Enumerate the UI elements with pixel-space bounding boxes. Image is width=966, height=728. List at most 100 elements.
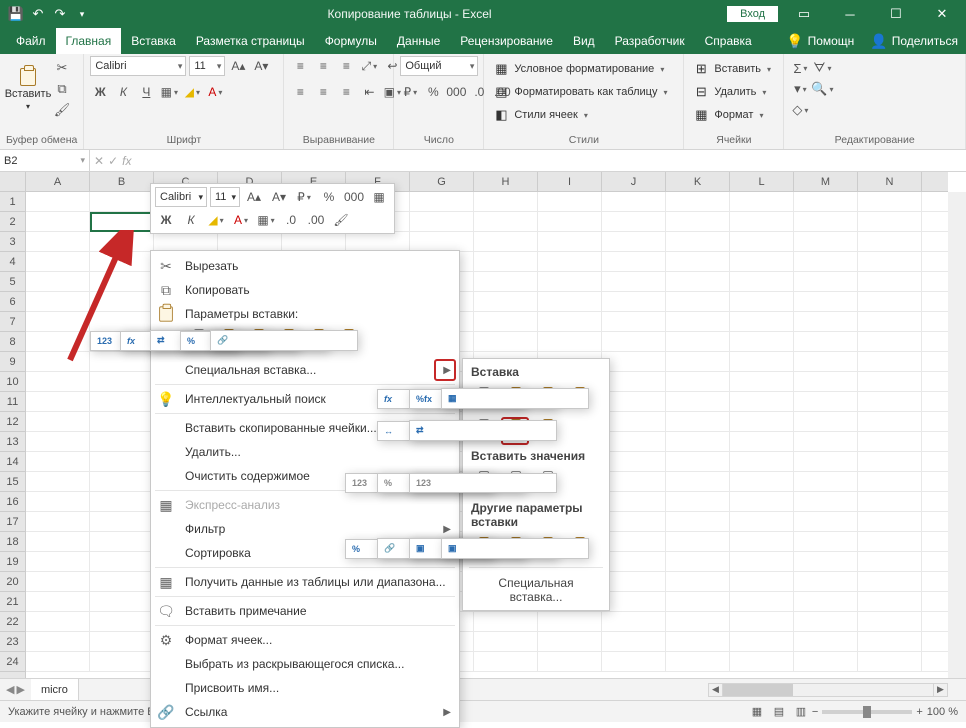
comma-icon[interactable]: 000 bbox=[446, 82, 466, 102]
tab-help[interactable]: Справка bbox=[695, 28, 762, 54]
tab-data[interactable]: Данные bbox=[387, 28, 450, 54]
col-header-M[interactable]: M bbox=[794, 172, 858, 191]
row-header-3[interactable]: 3 bbox=[0, 232, 25, 252]
indent-dec-icon[interactable]: ⇤ bbox=[359, 82, 379, 102]
row-header-5[interactable]: 5 bbox=[0, 272, 25, 292]
number-format-combo[interactable]: Общий bbox=[400, 56, 478, 76]
ribbon-display-icon[interactable]: ▭ bbox=[784, 0, 824, 28]
row-header-12[interactable]: 12 bbox=[0, 412, 25, 432]
ctx-paste-special[interactable]: Специальная вставка...▶ bbox=[151, 358, 459, 382]
mini-font-combo[interactable]: Calibri bbox=[155, 187, 207, 207]
row-header-19[interactable]: 19 bbox=[0, 552, 25, 572]
vertical-scrollbar[interactable] bbox=[948, 192, 966, 700]
sub-other-piclink-icon[interactable]: ▣ bbox=[565, 535, 593, 563]
sub-paste-transpose-icon[interactable]: ⇄ bbox=[533, 417, 561, 445]
maximize-icon[interactable]: ☐ bbox=[876, 0, 916, 28]
minimize-icon[interactable]: ─ bbox=[830, 0, 870, 28]
sub-paste-srcfmt-icon[interactable]: ▦ bbox=[565, 385, 593, 413]
fx-cancel-icon[interactable]: ✕ bbox=[94, 154, 104, 168]
row-header-22[interactable]: 22 bbox=[0, 612, 25, 632]
row-header-21[interactable]: 21 bbox=[0, 592, 25, 612]
ctx-cut[interactable]: ✂Вырезать bbox=[151, 254, 459, 278]
ctx-link[interactable]: 🔗Ссылка▶ bbox=[151, 700, 459, 724]
zoom-control[interactable]: − + 100 % bbox=[812, 706, 958, 718]
row-header-16[interactable]: 16 bbox=[0, 492, 25, 512]
cell-styles-button[interactable]: ◧Стили ячеек bbox=[490, 105, 677, 125]
tab-view[interactable]: Вид bbox=[563, 28, 605, 54]
mini-border-icon[interactable]: ▦ bbox=[368, 187, 390, 207]
zoom-out-icon[interactable]: − bbox=[812, 706, 818, 718]
row-header-15[interactable]: 15 bbox=[0, 472, 25, 492]
mini-painter-icon[interactable]: 🖌 bbox=[330, 210, 352, 230]
col-header-L[interactable]: L bbox=[730, 172, 794, 191]
sort-filter-icon[interactable]: ᗊ bbox=[812, 59, 832, 77]
mini-comma-icon[interactable]: 000 bbox=[343, 187, 365, 207]
col-header-G[interactable]: G bbox=[410, 172, 474, 191]
cond-format-button[interactable]: ▦Условное форматирование bbox=[490, 59, 677, 79]
col-header-B[interactable]: B bbox=[90, 172, 154, 191]
format-table-button[interactable]: ▤Форматировать как таблицу bbox=[490, 82, 677, 102]
bold-button[interactable]: Ж bbox=[90, 82, 110, 102]
fill-icon[interactable]: ▾ bbox=[790, 80, 810, 98]
ctx-copy[interactable]: ⧉Копировать bbox=[151, 278, 459, 302]
shrink-font-icon[interactable]: A▾ bbox=[251, 56, 271, 76]
tab-file[interactable]: Файл bbox=[6, 28, 56, 54]
paste-link-icon[interactable]: 🔗 bbox=[335, 328, 361, 354]
orientation-icon[interactable]: ⤢ bbox=[359, 56, 379, 76]
tell-me[interactable]: 💡Помощн bbox=[778, 28, 862, 54]
row-header-7[interactable]: 7 bbox=[0, 312, 25, 332]
row-header-11[interactable]: 11 bbox=[0, 392, 25, 412]
mini-percent-icon[interactable]: % bbox=[318, 187, 340, 207]
row-header-20[interactable]: 20 bbox=[0, 572, 25, 592]
undo-icon[interactable]: ↶ bbox=[28, 4, 48, 24]
row-header-8[interactable]: 8 bbox=[0, 332, 25, 352]
mini-grow-icon[interactable]: A▴ bbox=[243, 187, 265, 207]
redo-icon[interactable]: ↷ bbox=[50, 4, 70, 24]
find-icon[interactable]: 🔍 bbox=[812, 80, 832, 98]
underline-button[interactable]: Ч bbox=[136, 82, 156, 102]
row-headers[interactable]: 123456789101112131415161718192021222324 bbox=[0, 192, 26, 700]
currency-icon[interactable]: ₽ bbox=[400, 82, 420, 102]
align-left-icon[interactable]: ≡ bbox=[290, 82, 310, 102]
copy-icon[interactable]: ⧉ bbox=[52, 80, 72, 98]
mini-bold[interactable]: Ж bbox=[155, 210, 177, 230]
save-icon[interactable]: 💾 bbox=[6, 4, 26, 24]
tab-formulas[interactable]: Формулы bbox=[315, 28, 387, 54]
ctx-picklist[interactable]: Выбрать из раскрывающегося списка... bbox=[151, 652, 459, 676]
border-button[interactable]: ▦ bbox=[159, 82, 179, 102]
sheet-nav-prev-icon[interactable]: ◀ bbox=[6, 683, 14, 696]
row-header-13[interactable]: 13 bbox=[0, 432, 25, 452]
ctx-format-cells[interactable]: ⚙Формат ячеек... bbox=[151, 628, 459, 652]
format-painter-icon[interactable]: 🖌 bbox=[52, 101, 72, 119]
sub-special-link[interactable]: Специальная вставка... bbox=[469, 570, 603, 606]
font-color-button[interactable]: A bbox=[205, 82, 225, 102]
grow-font-icon[interactable]: A▴ bbox=[228, 56, 248, 76]
align-bot-icon[interactable]: ≡ bbox=[336, 56, 356, 76]
share-button[interactable]: 👤Поделиться bbox=[862, 28, 966, 54]
italic-button[interactable]: К bbox=[113, 82, 133, 102]
autosum-icon[interactable]: Σ bbox=[790, 59, 810, 77]
font-name-combo[interactable]: Calibri bbox=[90, 56, 186, 76]
row-header-18[interactable]: 18 bbox=[0, 532, 25, 552]
delete-cells-button[interactable]: ⊟Удалить bbox=[690, 82, 777, 102]
view-normal-icon[interactable]: ▦ bbox=[746, 703, 768, 721]
row-header-24[interactable]: 24 bbox=[0, 652, 25, 672]
row-header-10[interactable]: 10 bbox=[0, 372, 25, 392]
mini-fill[interactable]: ◢ bbox=[205, 210, 227, 230]
login-button[interactable]: Вход bbox=[727, 6, 778, 22]
mini-italic[interactable]: К bbox=[180, 210, 202, 230]
ctx-name[interactable]: Присвоить имя... bbox=[151, 676, 459, 700]
row-header-1[interactable]: 1 bbox=[0, 192, 25, 212]
insert-cells-button[interactable]: ⊞Вставить bbox=[690, 59, 777, 79]
col-header-I[interactable]: I bbox=[538, 172, 602, 191]
mini-border2[interactable]: ▦ bbox=[255, 210, 277, 230]
fx-icon[interactable]: fx bbox=[122, 154, 131, 168]
col-header-J[interactable]: J bbox=[602, 172, 666, 191]
sheet-tab-1[interactable]: micro bbox=[31, 679, 79, 700]
mini-shrink-icon[interactable]: A▾ bbox=[268, 187, 290, 207]
align-center-icon[interactable]: ≡ bbox=[313, 82, 333, 102]
fx-enter-icon[interactable]: ✓ bbox=[108, 154, 118, 168]
align-mid-icon[interactable]: ≡ bbox=[313, 56, 333, 76]
fill-color-button[interactable]: ◢ bbox=[182, 82, 202, 102]
percent-icon[interactable]: % bbox=[423, 82, 443, 102]
